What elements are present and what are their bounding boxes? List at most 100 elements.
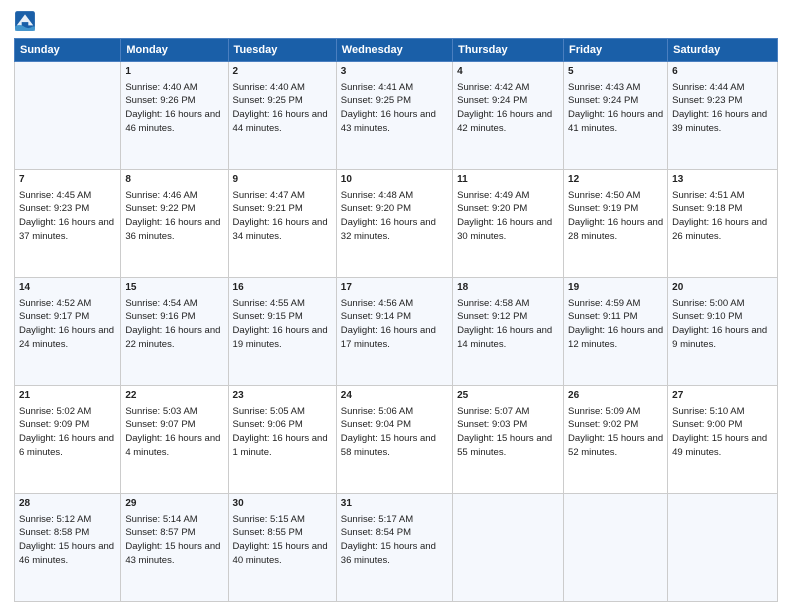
calendar-cell: 7 Sunrise: 4:45 AM Sunset: 9:23 PM Daylig…	[15, 170, 121, 278]
day-info: Sunrise: 4:52 AM Sunset: 9:17 PM Dayligh…	[19, 298, 114, 350]
day-info: Sunrise: 5:17 AM Sunset: 8:54 PM Dayligh…	[341, 514, 436, 566]
day-info: Sunrise: 5:10 AM Sunset: 9:00 PM Dayligh…	[672, 406, 767, 458]
day-number: 4	[457, 65, 559, 80]
calendar-cell: 30Sunrise: 5:15 AM Sunset: 8:55 PM Dayli…	[228, 494, 336, 602]
calendar-cell: 8 Sunrise: 4:46 AM Sunset: 9:22 PM Daylig…	[121, 170, 228, 278]
day-number: 5	[568, 65, 663, 80]
calendar-cell: 6Sunrise: 4:44 AM Sunset: 9:23 PM Daylig…	[668, 62, 778, 170]
calendar-cell: 10Sunrise: 4:48 AM Sunset: 9:20 PM Dayli…	[336, 170, 452, 278]
header-cell-sunday: Sunday	[15, 39, 121, 62]
day-number: 25	[457, 389, 559, 404]
day-number: 1	[125, 65, 223, 80]
calendar-cell: 11 Sunrise: 4:49 AM Sunset: 9:20 PM Dayli…	[453, 170, 564, 278]
calendar-cell: 27 Sunrise: 5:10 AM Sunset: 9:00 PM Dayli…	[668, 386, 778, 494]
day-info: Sunrise: 5:09 AM Sunset: 9:02 PM Dayligh…	[568, 406, 663, 458]
day-number: 30	[233, 497, 332, 512]
calendar-cell	[668, 494, 778, 602]
day-info: Sunrise: 4:56 AM Sunset: 9:14 PM Dayligh…	[341, 298, 436, 350]
day-number: 13	[672, 173, 773, 188]
header-row: SundayMondayTuesdayWednesdayThursdayFrid…	[15, 39, 778, 62]
calendar-cell: 20 Sunrise: 5:00 AM Sunset: 9:10 PM Dayli…	[668, 278, 778, 386]
calendar-cell: 24Sunrise: 5:06 AM Sunset: 9:04 PM Dayli…	[336, 386, 452, 494]
day-info: Sunrise: 5:02 AM Sunset: 9:09 PM Dayligh…	[19, 406, 114, 458]
day-info: Sunrise: 4:46 AM Sunset: 9:22 PM Dayligh…	[125, 190, 220, 242]
calendar-table: SundayMondayTuesdayWednesdayThursdayFrid…	[14, 38, 778, 602]
day-info: Sunrise: 5:06 AM Sunset: 9:04 PM Dayligh…	[341, 406, 436, 458]
day-info: Sunrise: 5:03 AM Sunset: 9:07 PM Dayligh…	[125, 406, 220, 458]
header	[14, 10, 778, 32]
calendar-cell: 31Sunrise: 5:17 AM Sunset: 8:54 PM Dayli…	[336, 494, 452, 602]
day-info: Sunrise: 4:51 AM Sunset: 9:18 PM Dayligh…	[672, 190, 767, 242]
day-info: Sunrise: 5:14 AM Sunset: 8:57 PM Dayligh…	[125, 514, 220, 566]
week-row-0: 1 Sunrise: 4:40 AM Sunset: 9:26 PM Daylig…	[15, 62, 778, 170]
day-number: 17	[341, 281, 448, 296]
calendar-cell: 25 Sunrise: 5:07 AM Sunset: 9:03 PM Dayli…	[453, 386, 564, 494]
week-row-1: 7 Sunrise: 4:45 AM Sunset: 9:23 PM Daylig…	[15, 170, 778, 278]
header-cell-thursday: Thursday	[453, 39, 564, 62]
day-number: 10	[341, 173, 448, 188]
day-info: Sunrise: 5:00 AM Sunset: 9:10 PM Dayligh…	[672, 298, 767, 350]
calendar-cell: 12 Sunrise: 4:50 AM Sunset: 9:19 PM Dayli…	[564, 170, 668, 278]
week-row-3: 21 Sunrise: 5:02 AM Sunset: 9:09 PM Dayli…	[15, 386, 778, 494]
header-cell-friday: Friday	[564, 39, 668, 62]
logo-icon	[14, 10, 36, 32]
calendar-cell	[453, 494, 564, 602]
day-number: 28	[19, 497, 116, 512]
calendar-cell: 15Sunrise: 4:54 AM Sunset: 9:16 PM Dayli…	[121, 278, 228, 386]
calendar-cell: 4 Sunrise: 4:42 AM Sunset: 9:24 PM Daylig…	[453, 62, 564, 170]
day-info: Sunrise: 4:45 AM Sunset: 9:23 PM Dayligh…	[19, 190, 114, 242]
calendar-cell: 3Sunrise: 4:41 AM Sunset: 9:25 PM Daylig…	[336, 62, 452, 170]
calendar-cell: 28Sunrise: 5:12 AM Sunset: 8:58 PM Dayli…	[15, 494, 121, 602]
day-info: Sunrise: 4:40 AM Sunset: 9:25 PM Dayligh…	[233, 82, 328, 134]
day-number: 29	[125, 497, 223, 512]
calendar-body: 1 Sunrise: 4:40 AM Sunset: 9:26 PM Daylig…	[15, 62, 778, 602]
calendar-cell: 29 Sunrise: 5:14 AM Sunset: 8:57 PM Dayli…	[121, 494, 228, 602]
day-info: Sunrise: 4:55 AM Sunset: 9:15 PM Dayligh…	[233, 298, 328, 350]
day-info: Sunrise: 4:44 AM Sunset: 9:23 PM Dayligh…	[672, 82, 767, 134]
day-number: 7	[19, 173, 116, 188]
day-info: Sunrise: 4:58 AM Sunset: 9:12 PM Dayligh…	[457, 298, 552, 350]
day-number: 22	[125, 389, 223, 404]
day-info: Sunrise: 4:43 AM Sunset: 9:24 PM Dayligh…	[568, 82, 663, 134]
calendar-cell	[564, 494, 668, 602]
day-number: 20	[672, 281, 773, 296]
day-number: 15	[125, 281, 223, 296]
day-number: 26	[568, 389, 663, 404]
day-info: Sunrise: 5:07 AM Sunset: 9:03 PM Dayligh…	[457, 406, 552, 458]
day-info: Sunrise: 4:42 AM Sunset: 9:24 PM Dayligh…	[457, 82, 552, 134]
day-number: 14	[19, 281, 116, 296]
day-info: Sunrise: 4:49 AM Sunset: 9:20 PM Dayligh…	[457, 190, 552, 242]
day-number: 11	[457, 173, 559, 188]
calendar-cell: 14 Sunrise: 4:52 AM Sunset: 9:17 PM Dayli…	[15, 278, 121, 386]
day-number: 12	[568, 173, 663, 188]
calendar-cell: 2 Sunrise: 4:40 AM Sunset: 9:25 PM Daylig…	[228, 62, 336, 170]
logo	[14, 10, 38, 32]
day-number: 8	[125, 173, 223, 188]
day-info: Sunrise: 4:40 AM Sunset: 9:26 PM Dayligh…	[125, 82, 220, 134]
day-info: Sunrise: 4:59 AM Sunset: 9:11 PM Dayligh…	[568, 298, 663, 350]
header-cell-wednesday: Wednesday	[336, 39, 452, 62]
calendar-cell: 16 Sunrise: 4:55 AM Sunset: 9:15 PM Dayli…	[228, 278, 336, 386]
day-number: 16	[233, 281, 332, 296]
day-number: 9	[233, 173, 332, 188]
day-number: 19	[568, 281, 663, 296]
header-cell-monday: Monday	[121, 39, 228, 62]
calendar-cell: 26 Sunrise: 5:09 AM Sunset: 9:02 PM Dayli…	[564, 386, 668, 494]
calendar-cell: 23Sunrise: 5:05 AM Sunset: 9:06 PM Dayli…	[228, 386, 336, 494]
day-info: Sunrise: 4:50 AM Sunset: 9:19 PM Dayligh…	[568, 190, 663, 242]
day-number: 18	[457, 281, 559, 296]
calendar-cell: 13 Sunrise: 4:51 AM Sunset: 9:18 PM Dayli…	[668, 170, 778, 278]
day-info: Sunrise: 4:47 AM Sunset: 9:21 PM Dayligh…	[233, 190, 328, 242]
header-cell-tuesday: Tuesday	[228, 39, 336, 62]
calendar-page: SundayMondayTuesdayWednesdayThursdayFrid…	[0, 0, 792, 612]
week-row-4: 28Sunrise: 5:12 AM Sunset: 8:58 PM Dayli…	[15, 494, 778, 602]
calendar-cell	[15, 62, 121, 170]
day-number: 27	[672, 389, 773, 404]
calendar-cell: 5 Sunrise: 4:43 AM Sunset: 9:24 PM Daylig…	[564, 62, 668, 170]
calendar-cell: 19 Sunrise: 4:59 AM Sunset: 9:11 PM Dayli…	[564, 278, 668, 386]
header-cell-saturday: Saturday	[668, 39, 778, 62]
day-number: 2	[233, 65, 332, 80]
calendar-cell: 17 Sunrise: 4:56 AM Sunset: 9:14 PM Dayli…	[336, 278, 452, 386]
day-number: 21	[19, 389, 116, 404]
day-info: Sunrise: 5:05 AM Sunset: 9:06 PM Dayligh…	[233, 406, 328, 458]
